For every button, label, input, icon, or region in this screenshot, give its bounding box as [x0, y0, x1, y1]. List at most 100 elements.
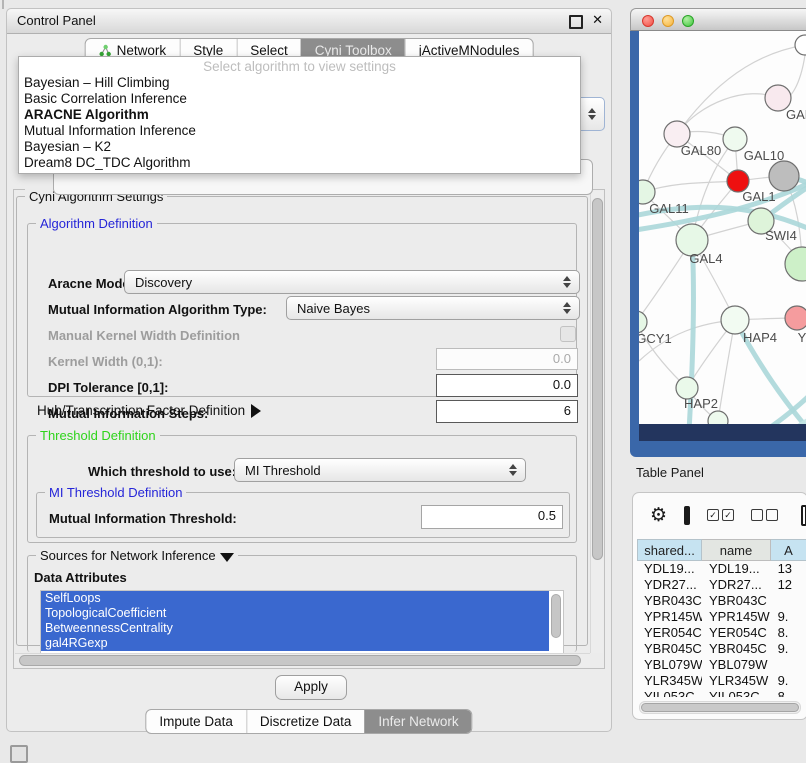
close-icon[interactable]: ✕	[592, 12, 603, 28]
settings-horizontal-scrollbar[interactable]	[15, 653, 590, 667]
network-edge[interactable]	[718, 320, 735, 421]
attribute-list-item[interactable]: SelfLoops	[41, 591, 549, 606]
table-row[interactable]: YPR145WYPR145W9.	[637, 609, 806, 625]
network-node[interactable]	[785, 247, 806, 281]
network-window-titlebar[interactable]	[630, 8, 806, 31]
float-panel-icon[interactable]	[569, 15, 583, 29]
table-horizontal-scrollbar-thumb[interactable]	[641, 703, 799, 712]
network-edge[interactable]	[643, 181, 738, 192]
table-cell: YBR045C	[637, 641, 702, 657]
dropdown-item[interactable]: ARACNE Algorithm	[19, 107, 580, 123]
mi-type-value: Naive Bayes	[297, 301, 370, 316]
dropdown-item[interactable]: Mutual Information Inference	[19, 123, 580, 139]
mi-type-label: Mutual Information Algorithm Type:	[48, 302, 267, 317]
aracne-mode-select[interactable]: Discovery	[124, 270, 580, 294]
network-node-y[interactable]	[785, 306, 806, 330]
dpi-tolerance-field[interactable]: 0.0	[436, 374, 578, 397]
table-row[interactable]: YIL053CYIL053C8	[637, 689, 806, 697]
sources-title: Sources for Network Inference	[36, 548, 238, 563]
network-node-gcy1[interactable]	[639, 311, 647, 333]
kernel-width-field[interactable]: 0.0	[436, 348, 578, 370]
sources-group: Sources for Network Inference Data Attri…	[27, 555, 577, 652]
network-node[interactable]	[769, 161, 799, 191]
node-label: Y	[798, 330, 806, 345]
attribute-list-item[interactable]: BetweennessCentrality	[41, 621, 549, 636]
table-cell: YIL053C	[702, 689, 771, 697]
control-panel-titlebar: Control Panel ✕	[7, 9, 611, 34]
hub-section-toggle[interactable]: Hub/Transcription Factor Definition	[37, 403, 261, 418]
settings-horizontal-scrollbar-thumb[interactable]	[19, 655, 581, 666]
settings-vertical-scrollbar[interactable]	[590, 191, 603, 653]
table-cell: 8.	[771, 625, 806, 641]
panel-title: Control Panel	[17, 13, 96, 28]
tab-label: Impute Data	[159, 714, 233, 729]
zoom-traffic-light-icon[interactable]	[682, 15, 694, 27]
table-row[interactable]: YER054CYER054C8.	[637, 625, 806, 641]
minimize-traffic-light-icon[interactable]	[662, 15, 674, 27]
dropdown-item[interactable]: Bayesian – Hill Climbing	[19, 75, 580, 91]
expanded-triangle-icon[interactable]	[220, 553, 234, 562]
table-function-icon[interactable]	[801, 505, 806, 526]
aracne-mode-label: Aracne Mode:	[48, 276, 134, 291]
dropdown-item[interactable]: Basic Correlation Inference	[19, 91, 580, 107]
table-cell: YBL079W	[637, 657, 702, 673]
table-row[interactable]: YDR27...YDR27...12	[637, 577, 806, 593]
network-frame-strip	[639, 424, 806, 441]
column-header-2[interactable]: name	[702, 539, 771, 561]
settings-vertical-scrollbar-thumb[interactable]	[592, 198, 603, 560]
aracne-mode-value: Discovery	[135, 275, 192, 290]
gear-icon[interactable]: ⚙	[650, 506, 667, 525]
table-cell	[771, 657, 806, 673]
table-row[interactable]: YDL19...YDL19...13	[637, 561, 806, 577]
collapsed-triangle-icon	[251, 404, 261, 418]
node-label: HAP4	[743, 330, 777, 345]
bottom-tab-infer-network[interactable]: Infer Network	[364, 710, 471, 733]
table-row[interactable]: YBR043CYBR043C	[637, 593, 806, 609]
data-attributes-list[interactable]: SelfLoopsTopologicalCoefficientBetweenne…	[40, 590, 564, 654]
manual-kernel-checkbox[interactable]	[560, 326, 576, 342]
column-header-1[interactable]: shared...	[637, 539, 702, 561]
which-threshold-select[interactable]: MI Threshold	[234, 458, 526, 482]
table-cell: YDL19...	[637, 561, 702, 577]
window-edge-artifact	[2, 0, 4, 9]
table-header: shared...nameA	[637, 539, 806, 561]
table-panel-title: Table Panel	[636, 465, 704, 480]
close-traffic-light-icon[interactable]	[642, 15, 654, 27]
attribute-list-item[interactable]: gal4RGexp	[41, 636, 549, 651]
mi-type-select[interactable]: Naive Bayes	[286, 296, 580, 320]
table-horizontal-scrollbar[interactable]	[639, 701, 801, 714]
network-edge[interactable]	[734, 391, 806, 424]
network-node[interactable]	[795, 35, 806, 55]
algorithm-definition-group: Algorithm Definition Aracne Mode: Discov…	[27, 223, 577, 397]
select-all-checkboxes-icon[interactable]: ✓✓	[707, 509, 734, 521]
minimized-panel-icon[interactable]	[10, 745, 28, 763]
table-toolbar: ⚙ ✓✓	[633, 493, 806, 537]
dropdown-item[interactable]: Dream8 DC_TDC Algorithm	[19, 155, 580, 171]
table-row[interactable]: YLR345WYLR345W9.	[637, 673, 806, 689]
mi-threshold-field[interactable]: 0.5	[421, 505, 563, 529]
column-header-3[interactable]: A	[771, 539, 806, 561]
combo-stepper-icon	[563, 302, 571, 314]
attribute-list-item[interactable]: TopologicalCoefficient	[41, 606, 549, 621]
dropdown-items: Bayesian – Hill ClimbingBasic Correlatio…	[19, 75, 580, 171]
node-label: GAL	[786, 107, 806, 122]
manual-kernel-label: Manual Kernel Width Definition	[48, 328, 240, 343]
bottom-tab-discretize-data[interactable]: Discretize Data	[246, 710, 365, 733]
table-row[interactable]: YBR045CYBR045C9.	[637, 641, 806, 657]
apply-button[interactable]: Apply	[275, 675, 347, 700]
mi-steps-field[interactable]: 6	[436, 400, 578, 423]
table-row[interactable]: YBL079WYBL079W	[637, 657, 806, 673]
tab-label: Infer Network	[378, 714, 458, 729]
bottom-tab-impute-data[interactable]: Impute Data	[146, 710, 246, 733]
table-cell: YDL19...	[702, 561, 771, 577]
split-columns-icon[interactable]	[684, 506, 690, 525]
kernel-width-label: Kernel Width (0,1):	[48, 354, 163, 369]
dropdown-item[interactable]: Bayesian – K2	[19, 139, 580, 155]
list-scrollbar-thumb[interactable]	[551, 594, 561, 638]
node-label: GAL10	[744, 148, 784, 163]
network-frame	[630, 31, 639, 457]
table-cell: 9.	[771, 673, 806, 689]
deselect-all-checkboxes-icon[interactable]	[751, 509, 778, 521]
network-canvas[interactable]: GALGAL80GAL10GAL1GAL11SWI4GAL4GCY1HAP4YH…	[639, 31, 806, 424]
network-node[interactable]	[708, 411, 728, 424]
